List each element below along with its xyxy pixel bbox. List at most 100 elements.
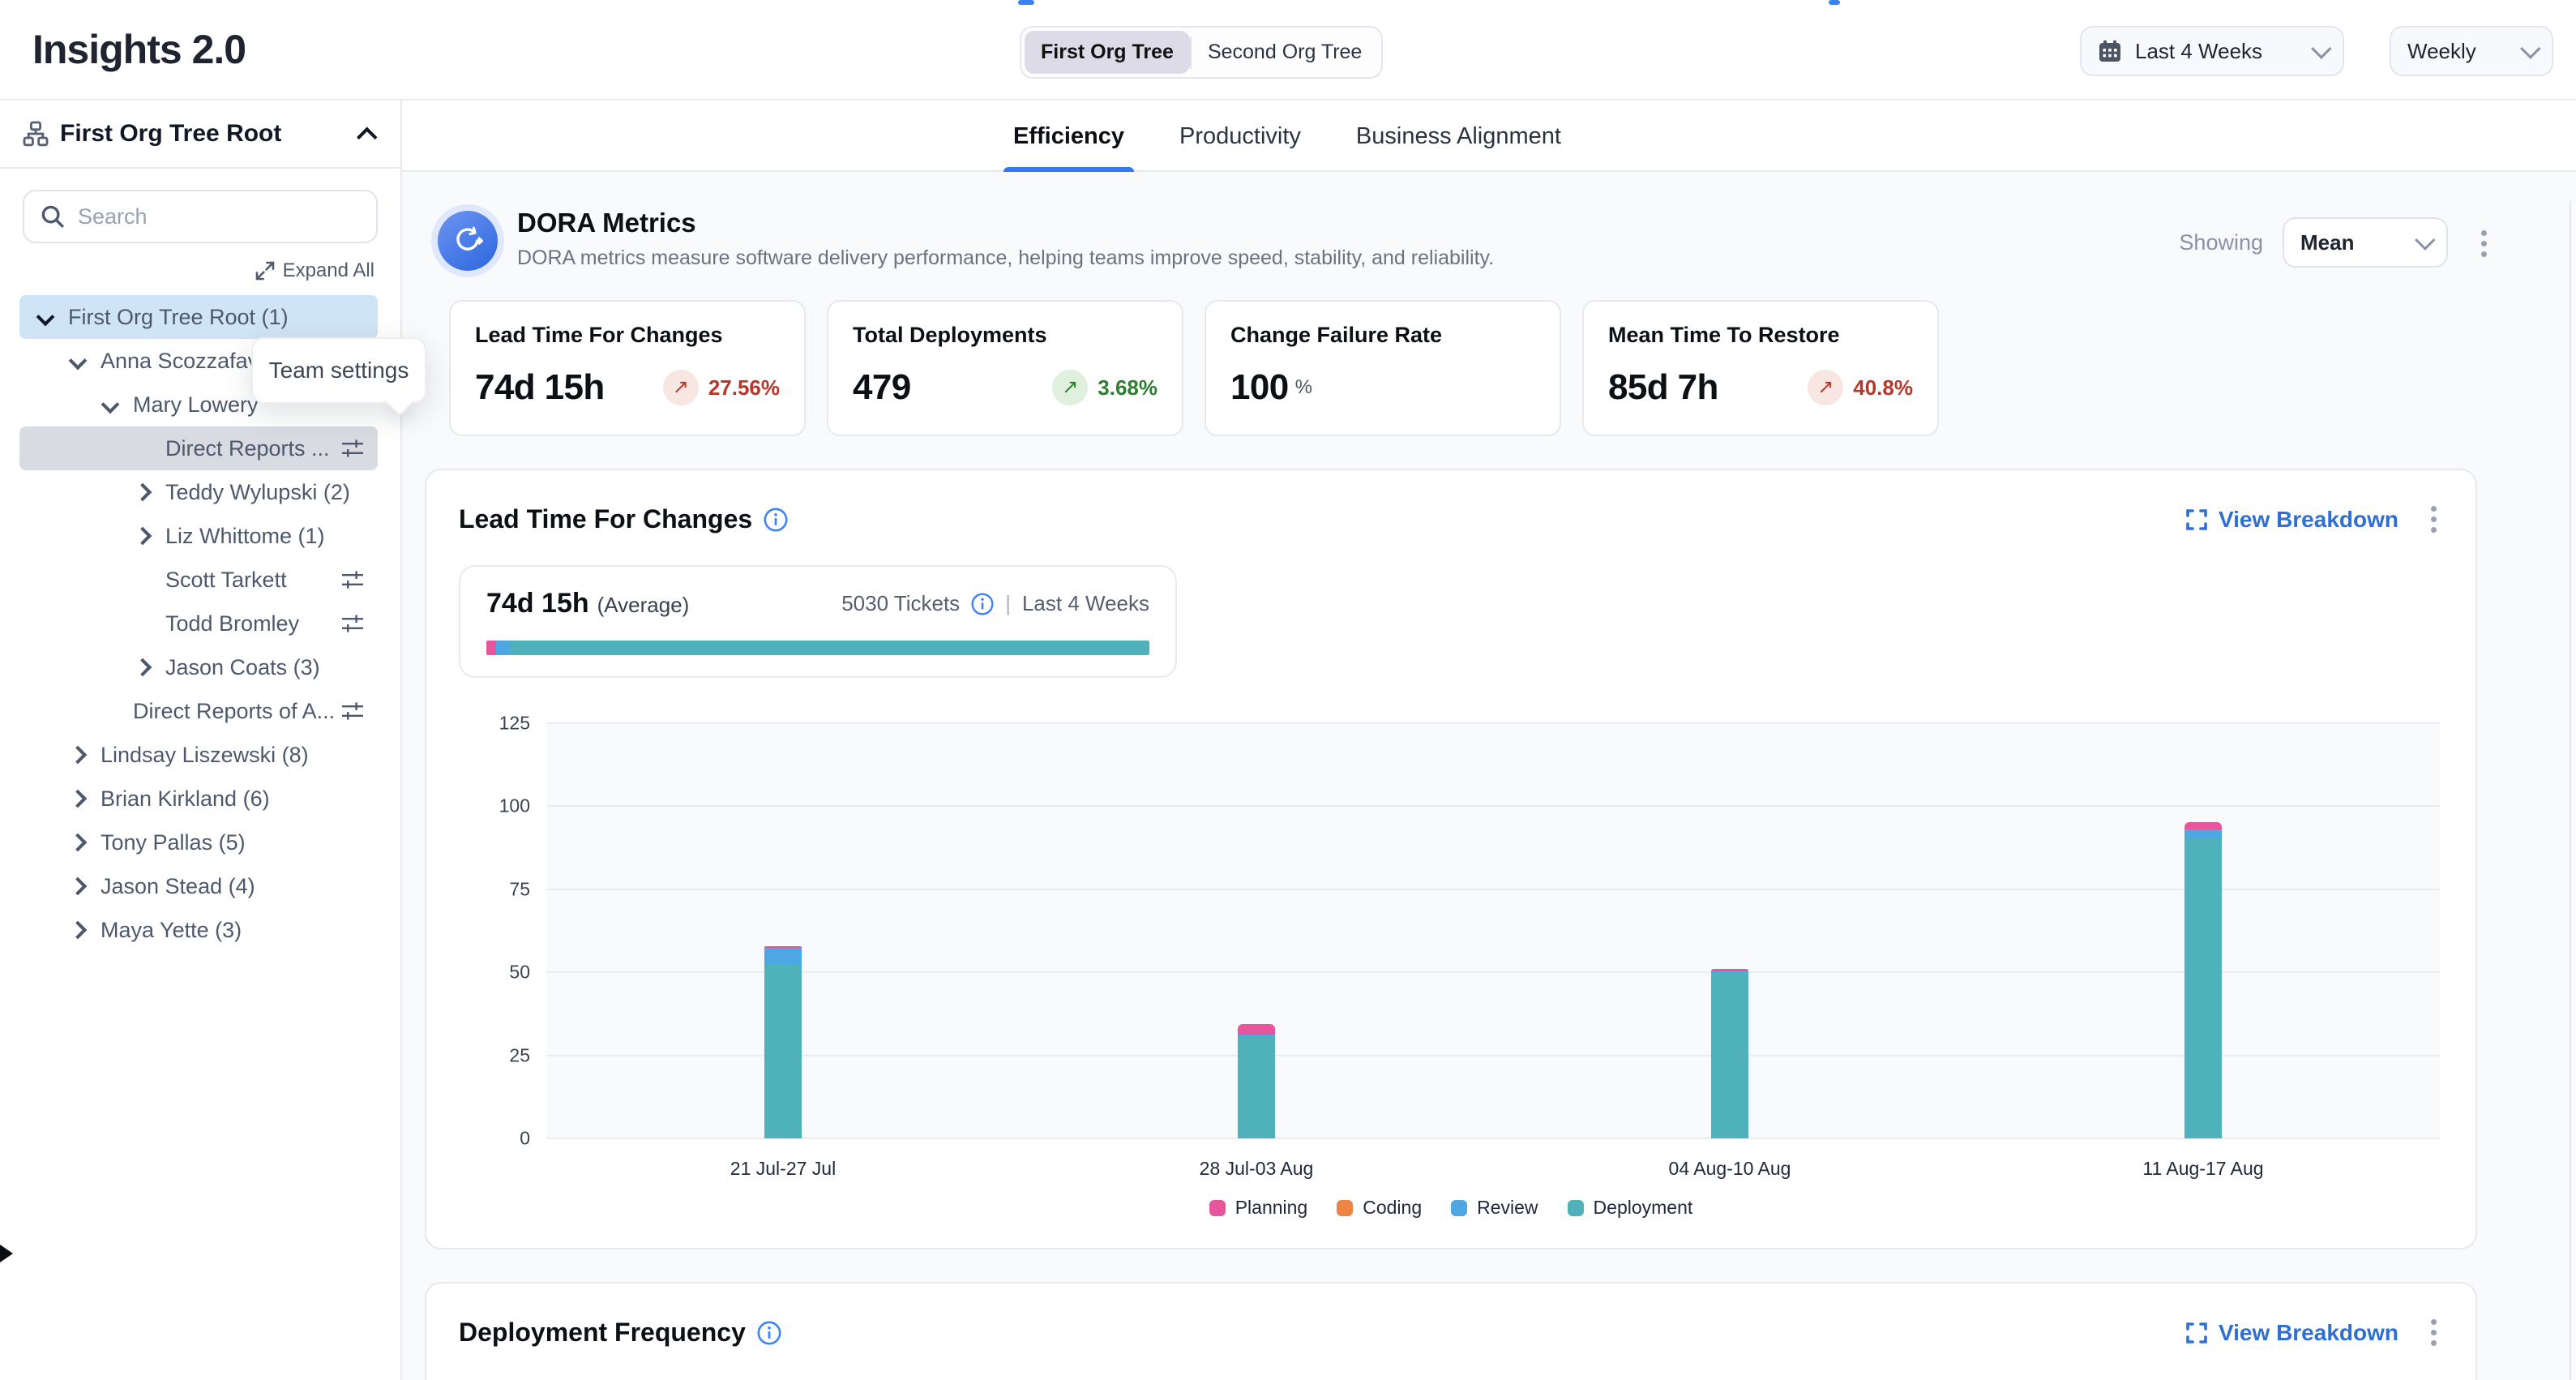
tree-item-label: Scott Tarkett (165, 568, 287, 593)
sidebar: First Org Tree Root Expand All First Org… (0, 101, 402, 1380)
legend-item-review: Review (1451, 1197, 1538, 1219)
info-icon[interactable] (757, 1321, 781, 1345)
team-settings-icon[interactable] (340, 699, 365, 729)
tree-item-label: Jason Coats (3) (165, 655, 320, 680)
org-tab-first-org-tree[interactable]: First Org Tree (1025, 31, 1190, 74)
tree-item[interactable]: Tony Pallas (5) (19, 821, 378, 864)
tree-item[interactable]: Todd Bromley (19, 602, 378, 645)
gridline (546, 971, 2440, 973)
search-box[interactable] (23, 190, 378, 243)
average-label: (Average) (597, 593, 690, 617)
tree-item[interactable]: Scott Tarkett (19, 558, 378, 602)
tree-item[interactable]: First Org Tree Root (1) (19, 295, 378, 339)
tree-item-label: Brian Kirkland (6) (101, 786, 270, 812)
metric-card-title: Change Failure Rate (1230, 323, 1535, 348)
lead-time-kebab-menu[interactable] (2424, 499, 2443, 539)
chevron-right-icon[interactable] (65, 836, 91, 849)
chevron-right-icon[interactable] (130, 529, 156, 542)
tab-bar: Efficiency Productivity Business Alignment (402, 101, 2576, 172)
tree-item[interactable]: Direct Reports ... (19, 426, 378, 470)
team-settings-tooltip: Team settings (251, 337, 426, 404)
chevron-down-icon[interactable] (97, 398, 123, 411)
date-range-select[interactable]: Last 4 Weeks (2080, 26, 2344, 76)
gridline (546, 722, 2440, 724)
chevron-right-icon[interactable] (65, 880, 91, 893)
aggregation-value: Mean (2300, 230, 2354, 255)
lead-time-view-breakdown-link[interactable]: View Breakdown (2186, 507, 2398, 533)
chevron-down-icon[interactable] (32, 311, 58, 324)
tree-item-label: Anna Scozzafava (101, 349, 271, 374)
legend-label: Review (1477, 1197, 1538, 1219)
tree-item[interactable]: Liz Whittome (1) (19, 514, 378, 558)
tab-business-alignment[interactable]: Business Alignment (1356, 101, 1561, 172)
info-icon[interactable] (971, 593, 994, 615)
tab-efficiency[interactable]: Efficiency (1013, 101, 1124, 172)
gridline (546, 805, 2440, 807)
expand-all-icon (255, 261, 275, 281)
chevron-down-icon (2311, 38, 2331, 58)
trend-arrow-icon: ↗ (663, 370, 699, 405)
legend-label: Planning (1235, 1197, 1308, 1219)
bar-segment-deployment (2184, 838, 2222, 1138)
gridline (546, 1055, 2440, 1056)
trend-arrow-icon: ↗ (1808, 370, 1843, 405)
search-input[interactable] (78, 204, 321, 229)
chevron-right-icon[interactable] (130, 661, 156, 674)
scrollbar[interactable] (2570, 201, 2576, 1380)
chevron-right-icon[interactable] (65, 748, 91, 761)
legend-swatch (1337, 1200, 1353, 1216)
chart-legend: PlanningCodingReviewDeployment (459, 1197, 2443, 1219)
legend-item-planning: Planning (1209, 1197, 1308, 1219)
view-breakdown-label: View Breakdown (2219, 1320, 2398, 1346)
aggregation-select[interactable]: Mean (2283, 217, 2448, 268)
expand-all-button[interactable]: Expand All (26, 259, 374, 282)
tree-item[interactable]: Direct Reports of A... (19, 689, 378, 733)
gridline (546, 889, 2440, 890)
tree-item-label: Tony Pallas (5) (101, 830, 246, 855)
phase-progress-bar (486, 641, 1149, 655)
lead-time-average-card: 74d 15h(Average) 5030 Tickets | Last 4 W… (459, 565, 1177, 678)
chevron-down-icon[interactable] (65, 354, 91, 367)
tree-item-label: First Org Tree Root (1) (68, 305, 289, 330)
team-settings-icon[interactable] (340, 611, 365, 641)
tree-item-label: Mary Lowery (133, 392, 259, 418)
app-header: Insights 2.0 First Org TreeSecond Org Tr… (0, 0, 2576, 101)
info-icon[interactable] (764, 508, 788, 532)
deployment-frequency-view-breakdown-link[interactable]: View Breakdown (2186, 1320, 2398, 1346)
granularity-select[interactable]: Weekly (2390, 26, 2553, 76)
chevron-down-icon (2520, 38, 2540, 58)
lead-time-chart: 0255075100125 (459, 723, 2443, 1138)
sidebar-collapse-arrow[interactable] (0, 1236, 13, 1271)
search-icon (41, 204, 65, 229)
team-settings-icon[interactable] (340, 436, 365, 466)
team-settings-icon[interactable] (340, 568, 365, 598)
tree-item[interactable]: Teddy Wylupski (2) (19, 470, 378, 514)
deployment-frequency-panel: Deployment Frequency View Breakdown (425, 1282, 2477, 1380)
chevron-right-icon[interactable] (65, 792, 91, 805)
tree-item-label: Liz Whittome (1) (165, 524, 325, 549)
tree-item[interactable]: Lindsay Liszewski (8) (19, 733, 378, 777)
period-label: Last 4 Weeks (1022, 591, 1149, 616)
expand-breakdown-icon (2186, 509, 2207, 530)
tree-item[interactable]: Brian Kirkland (6) (19, 777, 378, 821)
dora-kebab-menu[interactable] (2475, 224, 2493, 264)
calendar-icon (2098, 39, 2122, 63)
y-tick-label: 125 (459, 713, 530, 735)
stacked-bar (1711, 969, 1748, 1138)
tree-item[interactable]: Jason Coats (3) (19, 645, 378, 689)
tree-item-label: Teddy Wylupski (2) (165, 480, 350, 505)
expand-all-label: Expand All (283, 259, 374, 282)
tickets-count: 5030 Tickets (841, 591, 960, 616)
tree-item[interactable]: Maya Yette (3) (19, 908, 378, 952)
chevron-right-icon[interactable] (130, 486, 156, 499)
clipped-content-top (1829, 0, 1840, 5)
collapse-section-chevron[interactable] (357, 127, 377, 148)
org-tab-second-org-tree[interactable]: Second Org Tree (1192, 31, 1378, 74)
tab-productivity[interactable]: Productivity (1179, 101, 1301, 172)
expand-breakdown-icon (2186, 1322, 2207, 1344)
dora-header: DORA Metrics DORA metrics measure softwa… (438, 208, 2500, 271)
bar-segment-deployment (1238, 1036, 1275, 1138)
deployment-frequency-kebab-menu[interactable] (2424, 1313, 2443, 1352)
chevron-right-icon[interactable] (65, 924, 91, 936)
tree-item[interactable]: Jason Stead (4) (19, 864, 378, 908)
